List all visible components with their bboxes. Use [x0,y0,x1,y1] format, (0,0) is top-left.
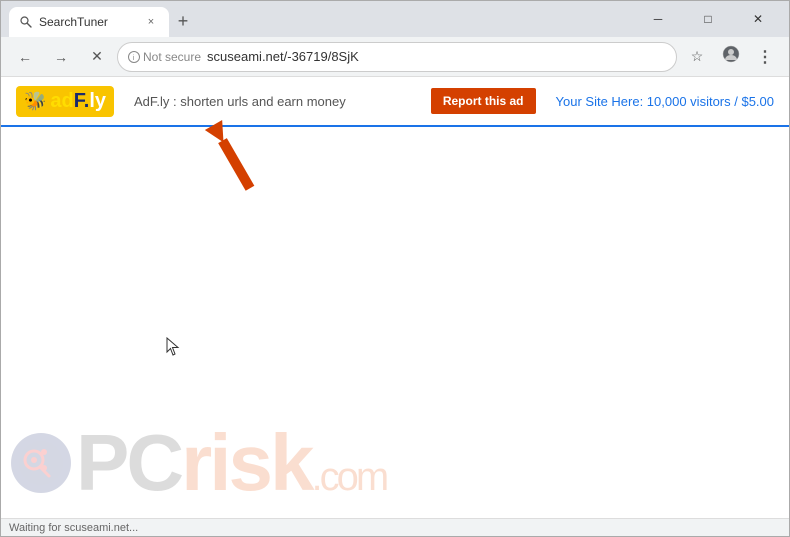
status-text: Waiting for scuseami.net... [9,522,138,534]
svg-text:i: i [133,55,135,62]
reload-button[interactable]: ✕ [81,41,113,73]
title-bar: SearchTuner × + ─ □ ✕ [1,1,789,37]
back-icon: ← [18,49,32,65]
ad-bar: 🐝 adF.ly AdF.ly : shorten urls and earn … [1,77,789,127]
reload-icon: ✕ [91,48,103,65]
ad-offer-text: Your Site Here: 10,000 visitors / $5.00 [556,94,774,109]
address-bar[interactable]: i Not secure scuseami.net/-36719/8SjK [117,42,677,72]
security-label: Not secure [143,50,201,64]
tab-favicon [19,15,33,29]
bookmark-icon: ☆ [691,48,704,65]
forward-button[interactable]: → [45,41,77,73]
url-display: scuseami.net/-36719/8SjK [207,49,359,64]
bee-icon: 🐝 [24,91,46,112]
main-page-area [1,127,789,516]
menu-icon: ⋮ [757,47,773,67]
adfly-logo-text: adF.ly [50,90,106,113]
maximize-button[interactable]: □ [685,4,731,34]
window-controls: ─ □ ✕ [635,4,781,34]
tab-area: SearchTuner × + [9,1,623,37]
toolbar: ← → ✕ i Not secure scuseami.net/-36719/8… [1,37,789,77]
status-bar: Waiting for scuseami.net... [1,518,789,536]
toolbar-right-icons: ☆ ⋮ [681,41,781,73]
profile-icon [722,45,740,68]
security-indicator: i Not secure [128,50,201,64]
new-tab-button[interactable]: + [169,7,197,35]
report-ad-button[interactable]: Report this ad [431,88,536,114]
forward-icon: → [54,49,68,65]
back-button[interactable]: ← [9,41,41,73]
ad-tagline: AdF.ly : shorten urls and earn money [134,94,411,109]
active-tab[interactable]: SearchTuner × [9,7,169,37]
menu-button[interactable]: ⋮ [749,41,781,73]
adfly-logo: 🐝 adF.ly [16,86,114,117]
page-content: 🐝 adF.ly AdF.ly : shorten urls and earn … [1,77,789,518]
close-button[interactable]: ✕ [735,4,781,34]
bookmark-button[interactable]: ☆ [681,41,713,73]
tab-close-button[interactable]: × [143,14,159,30]
tab-label: SearchTuner [39,15,108,29]
profile-button[interactable] [715,41,747,73]
minimize-button[interactable]: ─ [635,4,681,34]
browser-window: SearchTuner × + ─ □ ✕ ← → ✕ i [0,0,790,537]
